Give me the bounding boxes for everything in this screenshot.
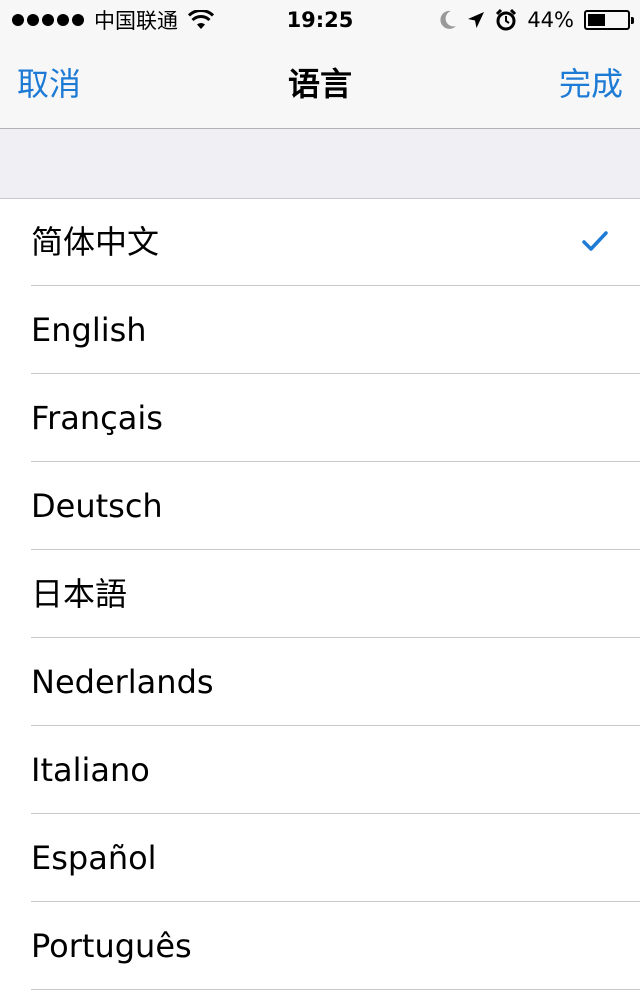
checkmark-icon (582, 231, 608, 251)
language-option[interactable]: Português (0, 902, 640, 990)
language-label: Español (31, 839, 157, 877)
language-label: Italiano (31, 751, 150, 789)
status-bar-right: 44% (439, 0, 634, 40)
language-label: Nederlands (31, 663, 214, 701)
done-button[interactable]: 完成 (559, 40, 623, 128)
language-option[interactable]: Italiano (0, 726, 640, 814)
language-option[interactable]: English (0, 286, 640, 374)
language-label: Deutsch (31, 487, 163, 525)
moon-icon (440, 10, 457, 29)
status-bar: 中国联通 19:25 44% (0, 0, 640, 40)
location-arrow-icon (468, 12, 485, 28)
language-label: English (31, 311, 147, 349)
language-label: Français (31, 399, 163, 437)
language-option[interactable]: 日本語 (0, 550, 640, 638)
language-option[interactable]: Français (0, 374, 640, 462)
language-list: 简体中文 English Français Deutsch 日本語 Nederl… (0, 198, 640, 990)
language-label: Português (31, 927, 192, 965)
language-label: 简体中文 (31, 223, 160, 261)
language-label: 日本語 (31, 575, 128, 613)
page-title: 语言 (287, 65, 352, 103)
battery-fill (588, 14, 605, 26)
language-option[interactable]: Español (0, 814, 640, 902)
alarm-icon (496, 9, 517, 31)
navigation-bar: 取消 语言 完成 (0, 40, 640, 129)
language-option[interactable]: Nederlands (0, 638, 640, 726)
language-option[interactable]: Deutsch (0, 462, 640, 550)
battery-icon (584, 10, 634, 30)
section-header-spacer (0, 129, 640, 199)
language-option[interactable]: 简体中文 (0, 198, 640, 286)
battery-percent: 44% (527, 8, 574, 32)
